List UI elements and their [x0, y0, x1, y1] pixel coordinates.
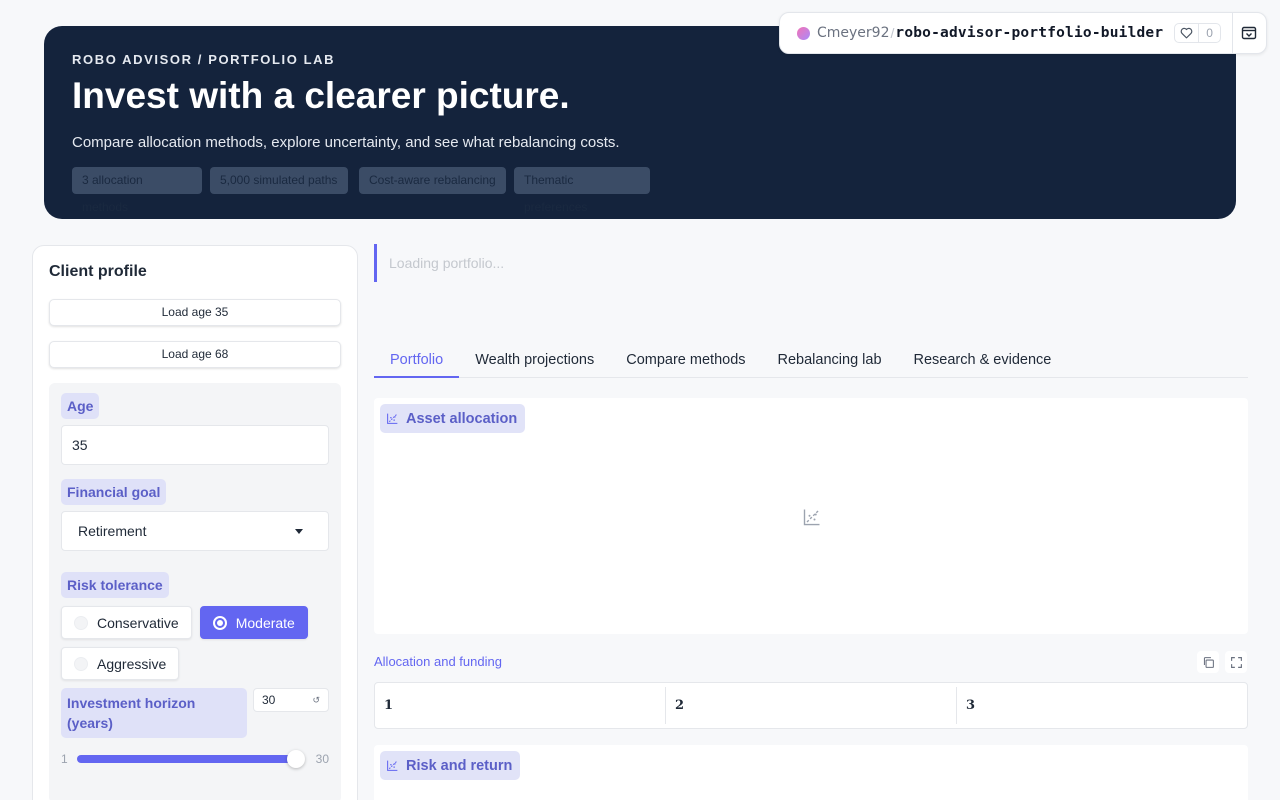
asset-allocation-panel: Asset allocation: [374, 398, 1248, 634]
reset-icon[interactable]: ↺: [312, 689, 320, 711]
slider-thumb[interactable]: [286, 750, 305, 768]
repo-owner[interactable]: Cmeyer92: [817, 25, 890, 41]
repo-separator: /: [890, 25, 895, 41]
risk-label: Risk tolerance: [61, 572, 169, 598]
chart-icon: [387, 413, 398, 424]
horizon-slider: 1 30: [61, 750, 329, 768]
hero-eyebrow: ROBO ADVISOR / PORTFOLIO LAB: [72, 52, 336, 67]
asset-allocation-title: Asset allocation: [380, 404, 526, 433]
owner-avatar[interactable]: [797, 26, 810, 40]
goal-select-value: Retirement: [78, 523, 147, 539]
like-count: 0: [1206, 26, 1213, 40]
chip-thematic: Thematic preferences: [514, 166, 650, 214]
horizon-label: Investment horizon (years): [61, 688, 247, 738]
risk-option-aggressive[interactable]: Aggressive: [61, 647, 180, 680]
hero-banner: ROBO ADVISOR / PORTFOLIO LAB Invest with…: [44, 26, 1236, 219]
loading-status: Loading portfolio...: [374, 244, 574, 282]
heart-icon: [1175, 24, 1200, 42]
goal-select[interactable]: Retirement: [61, 511, 329, 551]
profile-form: Age 35 Financial goal Retirement Risk to…: [49, 383, 341, 800]
chip-simulated-paths: 5,000 simulated paths: [210, 166, 348, 194]
client-profile-sidebar: Client profile Load age 35 Load age 68 A…: [32, 245, 358, 800]
copy-icon[interactable]: [1197, 651, 1219, 673]
slider-min: 1: [61, 752, 68, 766]
allocation-funding-label: Allocation and funding: [374, 654, 502, 669]
horizon-row: Investment horizon (years) 30 ↺: [61, 688, 329, 738]
chip-cost-aware: Cost-aware rebalancing: [359, 166, 506, 194]
chart-icon: [387, 760, 398, 771]
table-header-cell[interactable]: 2: [666, 687, 957, 724]
slider-track[interactable]: [76, 750, 305, 768]
fullscreen-icon[interactable]: [1225, 651, 1247, 673]
risk-return-title: Risk and return: [380, 751, 521, 780]
main-tabs: Portfolio Wealth projections Compare met…: [374, 344, 1248, 378]
like-button[interactable]: 0: [1174, 23, 1221, 43]
risk-option-moderate[interactable]: Moderate: [199, 606, 308, 639]
risk-radio-group: Conservative Moderate Aggressive: [61, 606, 329, 680]
horizon-number-input[interactable]: 30 ↺: [253, 688, 329, 712]
chart-placeholder-icon: [802, 507, 822, 532]
chevron-down-icon: [295, 529, 303, 534]
table-header-cell[interactable]: 1: [375, 687, 666, 724]
tab-wealth-projections[interactable]: Wealth projections: [459, 344, 610, 378]
tab-compare-methods[interactable]: Compare methods: [610, 344, 761, 378]
tab-portfolio[interactable]: Portfolio: [374, 344, 460, 378]
goal-label: Financial goal: [61, 479, 167, 505]
slider-max: 30: [315, 752, 329, 766]
load-age-35-button[interactable]: Load age 35: [49, 299, 341, 326]
hero-subtitle: Compare allocation methods, explore unce…: [72, 133, 620, 151]
tab-rebalancing-lab[interactable]: Rebalancing lab: [762, 344, 898, 378]
risk-return-panel: Risk and return: [374, 745, 1248, 800]
tab-research-evidence[interactable]: Research & evidence: [898, 344, 1068, 378]
load-age-68-button[interactable]: Load age 68: [49, 341, 341, 368]
age-input[interactable]: 35: [61, 425, 329, 465]
repo-badge: Cmeyer92 / robo-advisor-portfolio-builde…: [779, 12, 1267, 54]
hero-title: Invest with a clearer picture.: [72, 75, 570, 116]
risk-option-conservative[interactable]: Conservative: [61, 606, 192, 639]
collapse-icon[interactable]: [1241, 25, 1257, 46]
hero-chips: 3 allocation methods 5,000 simulated pat…: [72, 166, 1208, 214]
allocation-table: 1 2 3: [374, 682, 1248, 729]
chip-allocation-methods: 3 allocation methods: [72, 166, 202, 214]
radio-icon: [74, 615, 88, 630]
slider-fill: [76, 755, 296, 763]
repo-name[interactable]: robo-advisor-portfolio-builder: [895, 25, 1163, 41]
age-label: Age: [61, 393, 100, 419]
radio-checked-icon: [212, 615, 227, 630]
table-header-cell[interactable]: 3: [957, 687, 1247, 724]
sidebar-title: Client profile: [49, 263, 147, 280]
radio-icon: [74, 656, 88, 671]
